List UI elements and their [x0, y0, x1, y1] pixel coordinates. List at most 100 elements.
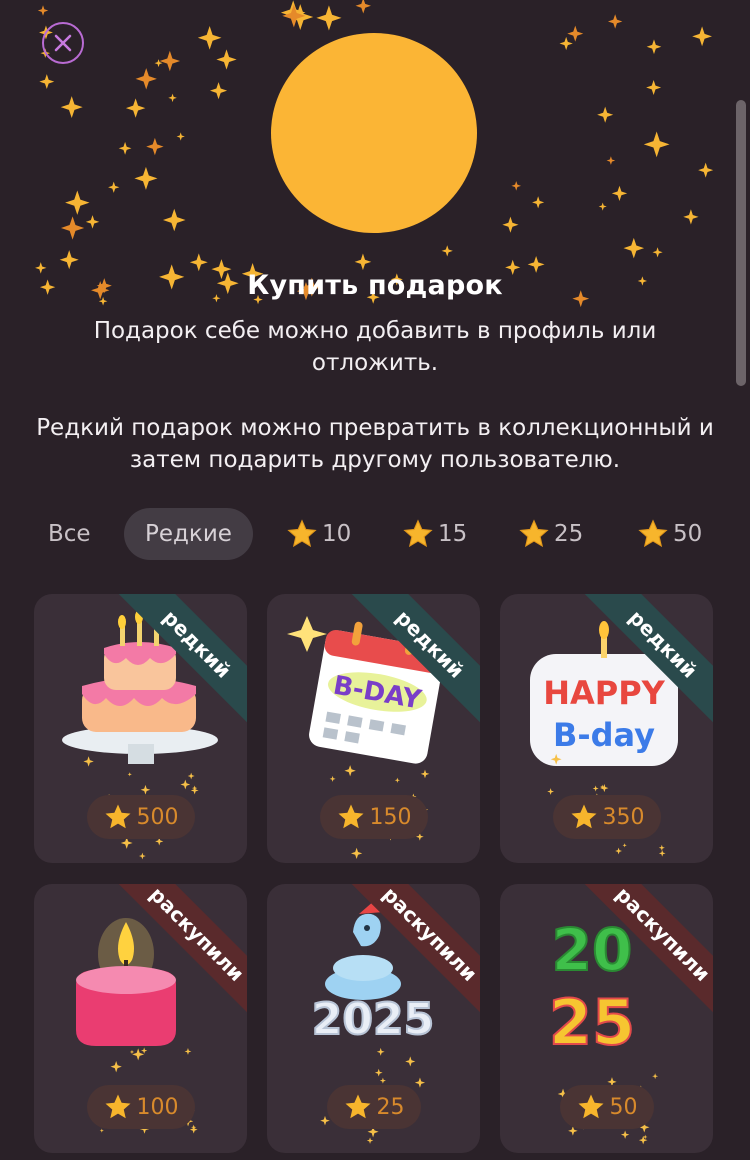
- numbers-bottom: 25: [549, 986, 635, 1059]
- sparkle: [39, 74, 55, 90]
- sparkle: [65, 190, 90, 215]
- sparkle: [216, 49, 237, 70]
- price-label: 500: [136, 804, 179, 830]
- sparkle: [108, 181, 120, 193]
- filter-25-stars[interactable]: 25: [518, 508, 583, 560]
- filter-10-stars[interactable]: 10: [286, 508, 351, 560]
- sparkle: [189, 1125, 198, 1134]
- filter-label: 50: [673, 521, 703, 547]
- sparkle: [138, 852, 146, 860]
- gift-card-birthday-cake[interactable]: редкий 500: [34, 594, 247, 863]
- price-label: 25: [376, 1094, 405, 1120]
- filter-label: Все: [48, 521, 91, 547]
- sparkle: [197, 25, 222, 50]
- sparkle: [134, 166, 158, 190]
- filter-label: 10: [322, 521, 352, 547]
- sparkle: [118, 141, 132, 155]
- star-icon: [638, 519, 668, 548]
- sparkle: [620, 1130, 630, 1139]
- sign-text-top: HAPPY: [543, 674, 665, 712]
- sparkle: [366, 1137, 374, 1144]
- sparkle: [698, 162, 714, 178]
- filter-all[interactable]: Все: [48, 508, 91, 560]
- sparkle: [85, 215, 100, 229]
- sparkle: [350, 847, 363, 860]
- gift-card-happy-bday-sign[interactable]: HAPPY B-day редкий 350: [500, 594, 713, 863]
- scrollbar[interactable]: [736, 100, 746, 386]
- price-button[interactable]: 500: [86, 795, 195, 839]
- sparkle: [282, 4, 306, 28]
- sparkle: [60, 96, 83, 119]
- sparkle: [597, 106, 614, 123]
- sparkle: [125, 98, 146, 118]
- star-icon: [578, 1094, 603, 1119]
- sparkle: [37, 5, 49, 16]
- star-icon: [519, 519, 549, 548]
- sparkle: [379, 1077, 386, 1084]
- gift-card-b-day-calendar[interactable]: B-DAY редкий 150: [267, 594, 480, 863]
- sparkle: [532, 196, 545, 209]
- close-icon: [54, 34, 72, 52]
- sparkle: [646, 39, 662, 55]
- filter-rare[interactable]: Редкие: [124, 508, 253, 560]
- page-title: Купить подарок: [247, 270, 503, 301]
- sparkle: [190, 786, 199, 795]
- close-button[interactable]: [42, 22, 84, 64]
- sparkle: [567, 25, 584, 42]
- sparkle: [159, 50, 181, 72]
- sparkle: [607, 14, 623, 29]
- filter-50-stars[interactable]: 50: [637, 508, 702, 560]
- sparkle: [287, 4, 314, 31]
- sparkle: [280, 0, 306, 25]
- sparkle: [168, 93, 177, 103]
- sparkle: [162, 208, 186, 232]
- sparkle: [191, 1124, 197, 1130]
- star-icon: [345, 1094, 370, 1119]
- price-label: 50: [609, 1094, 638, 1120]
- price-button[interactable]: 350: [552, 795, 661, 839]
- sign-text-bottom: B-day: [553, 716, 655, 754]
- sparkle: [511, 181, 521, 191]
- sparkle: [176, 132, 185, 141]
- sparkle: [559, 36, 573, 51]
- sparkle: [355, 0, 371, 14]
- star-icon: [571, 804, 596, 829]
- price-button[interactable]: 100: [86, 1085, 195, 1129]
- sparkle: [652, 1073, 659, 1080]
- sparkle: [547, 788, 555, 795]
- sparkle: [622, 843, 627, 848]
- sparkle: [611, 185, 628, 202]
- star-icon: [403, 519, 433, 548]
- sparkle: [59, 250, 79, 270]
- gift-card-candle[interactable]: раскупили 100: [34, 884, 247, 1153]
- sparkle: [599, 784, 605, 790]
- sparkle: [658, 844, 665, 851]
- sparkle: [615, 847, 622, 855]
- sparkle: [99, 1128, 104, 1133]
- filter-tabs: Все Редкие 10 15 25 50: [0, 508, 750, 562]
- price-button[interactable]: 50: [559, 1085, 654, 1129]
- star-icon: [338, 804, 363, 829]
- filter-label: Редкие: [145, 521, 232, 547]
- description-rare: Редкий подарок можно превратить в коллек…: [36, 415, 714, 473]
- price-label: 100: [136, 1094, 179, 1120]
- gift-card-snake-2025[interactable]: 2025 раскупили 25: [267, 884, 480, 1153]
- sparkle: [606, 156, 616, 165]
- filter-label: 25: [554, 521, 584, 547]
- sparkle: [658, 850, 666, 857]
- sparkle: [135, 68, 157, 90]
- sparkle: [146, 137, 164, 156]
- sparkle: [316, 5, 342, 31]
- sparkle: [638, 1135, 648, 1145]
- price-button[interactable]: 150: [319, 795, 428, 839]
- filter-15-stars[interactable]: 15: [402, 508, 467, 560]
- sparkle: [643, 1134, 648, 1140]
- gift-card-numbers-2025[interactable]: 20 25 раскупили 50: [500, 884, 713, 1153]
- star-icon: [105, 804, 130, 829]
- sparkle: [414, 1077, 426, 1088]
- filter-label: 15: [438, 521, 468, 547]
- sparkle: [140, 784, 151, 795]
- price-button[interactable]: 25: [326, 1085, 421, 1129]
- sparkle: [692, 26, 712, 47]
- sparkle: [600, 784, 609, 793]
